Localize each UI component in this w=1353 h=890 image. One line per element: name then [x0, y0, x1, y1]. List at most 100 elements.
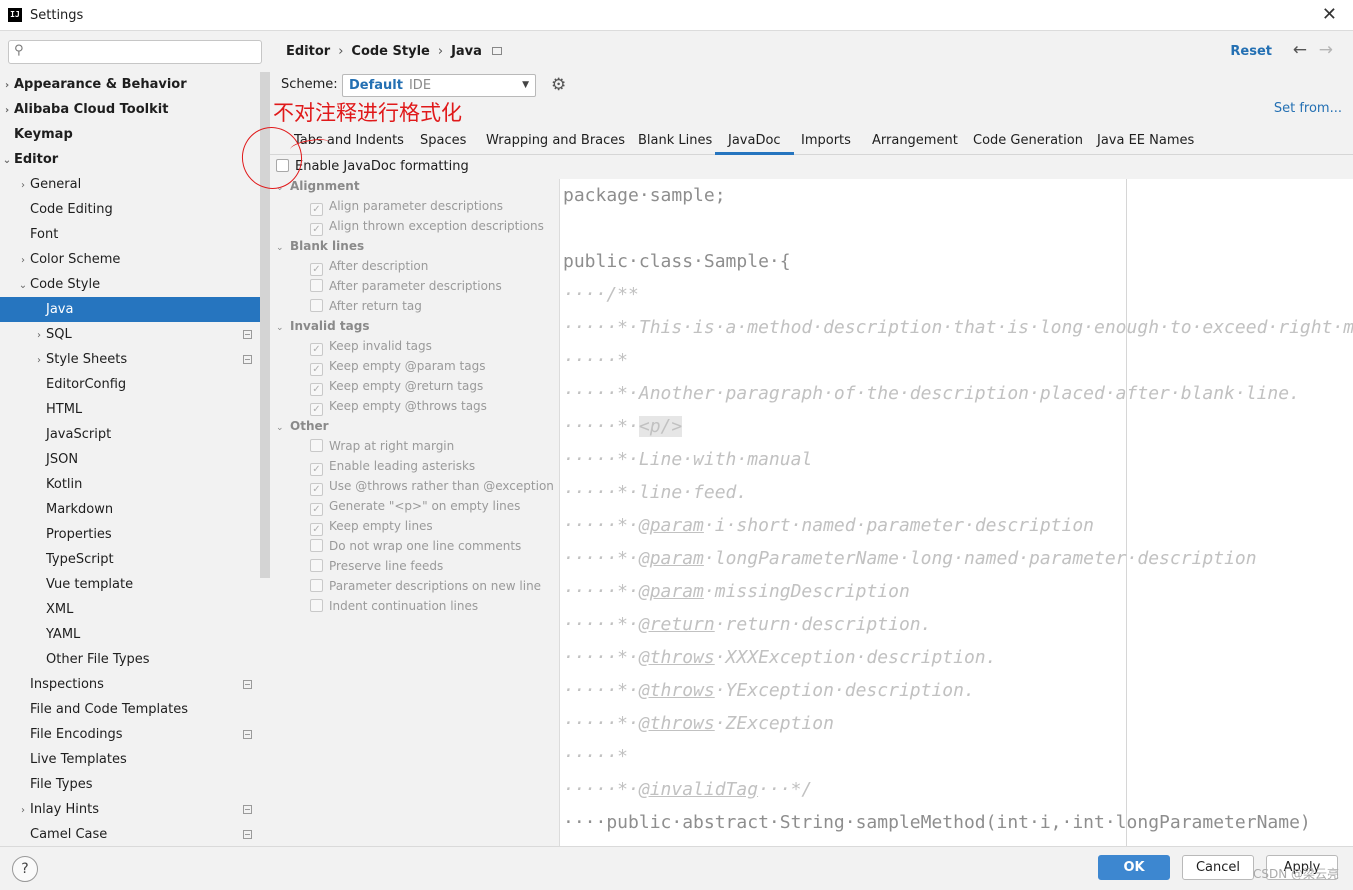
- checkbox-checked[interactable]: ✓: [310, 403, 323, 416]
- checkbox-unchecked[interactable]: [310, 539, 323, 552]
- javadoc-option[interactable]: ✓ Keep empty lines: [310, 519, 433, 536]
- javadoc-tag: @invalidTag: [638, 779, 759, 800]
- checkbox-checked[interactable]: ✓: [310, 343, 323, 356]
- code-line: ·····*·@throws·YException·description.: [563, 679, 975, 703]
- sidebar-item[interactable]: ⌄ Code Style: [0, 272, 270, 297]
- checkbox-unchecked[interactable]: [310, 579, 323, 592]
- sidebar-item[interactable]: Markdown: [0, 497, 270, 522]
- sidebar-item[interactable]: › Style Sheets: [0, 347, 270, 372]
- javadoc-option[interactable]: After return tag: [310, 299, 422, 313]
- tab-spaces[interactable]: Spaces: [420, 127, 466, 155]
- close-icon[interactable]: ✕: [1322, 4, 1337, 25]
- checkbox-unchecked[interactable]: [310, 599, 323, 612]
- checkbox-unchecked[interactable]: [310, 279, 323, 292]
- javadoc-option[interactable]: ✓ Generate "<p>" on empty lines: [310, 499, 520, 516]
- checkbox-checked[interactable]: ✓: [310, 383, 323, 396]
- enable-javadoc-checkbox-row[interactable]: Enable JavaDoc formatting: [276, 159, 469, 177]
- tab-code-generation[interactable]: Code Generation: [973, 127, 1083, 155]
- code-text: ·····*: [563, 746, 629, 767]
- sidebar-item[interactable]: › Color Scheme: [0, 247, 270, 272]
- sidebar-item[interactable]: JSON: [0, 447, 270, 472]
- ok-button[interactable]: OK: [1098, 855, 1170, 880]
- tab-javadoc[interactable]: JavaDoc: [715, 127, 794, 155]
- reset-link[interactable]: Reset: [1230, 44, 1272, 59]
- tab-blank-lines[interactable]: Blank Lines: [638, 127, 712, 155]
- sidebar-item[interactable]: File Types: [0, 772, 270, 797]
- sidebar-item[interactable]: File and Code Templates: [0, 697, 270, 722]
- checkbox-checked[interactable]: ✓: [310, 223, 323, 236]
- javadoc-option[interactable]: ✓ Enable leading asterisks: [310, 459, 475, 476]
- javadoc-option[interactable]: ✓ Align thrown exception descriptions: [310, 219, 544, 236]
- scheme-dropdown[interactable]: Default IDE ▼: [342, 74, 536, 97]
- checkbox-checked[interactable]: ✓: [310, 263, 323, 276]
- javadoc-option[interactable]: ✓ Keep empty @throws tags: [310, 399, 487, 416]
- tab-imports[interactable]: Imports: [801, 127, 851, 155]
- sidebar-item-label: Markdown: [46, 502, 114, 517]
- checkbox-unchecked[interactable]: [310, 439, 323, 452]
- sidebar-item[interactable]: Java: [0, 297, 270, 322]
- javadoc-option[interactable]: Parameter descriptions on new line: [310, 579, 541, 593]
- javadoc-option[interactable]: ✓ Use @throws rather than @exception: [310, 479, 554, 496]
- javadoc-tag: @throws: [638, 647, 715, 668]
- checkbox-unchecked[interactable]: [310, 559, 323, 572]
- search-input[interactable]: ⚲: [8, 40, 262, 64]
- forward-arrow-icon[interactable]: →: [1319, 40, 1333, 60]
- sidebar-item[interactable]: › General: [0, 172, 270, 197]
- sidebar-item[interactable]: YAML: [0, 622, 270, 647]
- sidebar-item[interactable]: ⌄ Editor: [0, 147, 270, 172]
- checkbox-checked[interactable]: ✓: [310, 483, 323, 496]
- sidebar-item[interactable]: XML: [0, 597, 270, 622]
- set-from-link[interactable]: Set from...: [1274, 101, 1342, 116]
- sidebar-item[interactable]: › Appearance & Behavior: [0, 72, 270, 97]
- sidebar-item[interactable]: File Encodings: [0, 722, 270, 747]
- sidebar-item-label: Other File Types: [46, 652, 150, 667]
- tab-arrangement[interactable]: Arrangement: [872, 127, 958, 155]
- sidebar-item[interactable]: Properties: [0, 522, 270, 547]
- checkbox-checked[interactable]: ✓: [310, 363, 323, 376]
- sidebar-item[interactable]: › Alibaba Cloud Toolkit: [0, 97, 270, 122]
- sidebar-item-label: JSON: [46, 452, 79, 467]
- javadoc-option-label: Keep invalid tags: [329, 339, 432, 353]
- javadoc-option[interactable]: Preserve line feeds: [310, 559, 443, 573]
- sidebar-item[interactable]: › Inlay Hints: [0, 797, 270, 822]
- javadoc-option[interactable]: ✓ Align parameter descriptions: [310, 199, 503, 216]
- javadoc-option[interactable]: ✓ Keep empty @return tags: [310, 379, 483, 396]
- gear-icon[interactable]: ⚙: [551, 75, 566, 95]
- sidebar-item[interactable]: Live Templates: [0, 747, 270, 772]
- javadoc-option[interactable]: Do not wrap one line comments: [310, 539, 521, 553]
- sidebar-item[interactable]: Camel Case: [0, 822, 270, 847]
- sidebar-item[interactable]: Font: [0, 222, 270, 247]
- checkbox-checked[interactable]: ✓: [310, 463, 323, 476]
- javadoc-option[interactable]: Wrap at right margin: [310, 439, 454, 453]
- javadoc-option[interactable]: ✓ Keep invalid tags: [310, 339, 432, 356]
- sidebar-item[interactable]: Keymap: [0, 122, 270, 147]
- sidebar-item[interactable]: TypeScript: [0, 547, 270, 572]
- code-line: ·····*·Another·paragraph·of·the·descript…: [563, 382, 1300, 406]
- checkbox-checked[interactable]: ✓: [310, 523, 323, 536]
- javadoc-option[interactable]: ✓ After description: [310, 259, 428, 276]
- sidebar-item[interactable]: Code Editing: [0, 197, 270, 222]
- sidebar-item[interactable]: Kotlin: [0, 472, 270, 497]
- sidebar-item[interactable]: Vue template: [0, 572, 270, 597]
- back-arrow-icon[interactable]: ←: [1293, 40, 1307, 60]
- tab-wrapping-and-braces[interactable]: Wrapping and Braces: [486, 127, 625, 155]
- javadoc-option[interactable]: ✓ Keep empty @param tags: [310, 359, 485, 376]
- help-button[interactable]: ?: [12, 856, 38, 882]
- sidebar-item[interactable]: JavaScript: [0, 422, 270, 447]
- option-group-header[interactable]: ⌄ Blank lines: [276, 239, 364, 253]
- tab-java-ee-names[interactable]: Java EE Names: [1097, 127, 1194, 155]
- option-group-header[interactable]: ⌄ Invalid tags: [276, 319, 370, 333]
- sidebar-item[interactable]: Inspections: [0, 672, 270, 697]
- checkbox-checked[interactable]: ✓: [310, 503, 323, 516]
- cancel-button[interactable]: Cancel: [1182, 855, 1254, 880]
- option-group-header[interactable]: ⌄ Other: [276, 419, 329, 433]
- sidebar-item[interactable]: HTML: [0, 397, 270, 422]
- checkbox-unchecked[interactable]: [310, 299, 323, 312]
- sidebar-item[interactable]: EditorConfig: [0, 372, 270, 397]
- sidebar-item[interactable]: Other File Types: [0, 647, 270, 672]
- sidebar-item[interactable]: › SQL: [0, 322, 270, 347]
- javadoc-option[interactable]: Indent continuation lines: [310, 599, 478, 613]
- javadoc-option-label: Indent continuation lines: [329, 599, 479, 613]
- javadoc-option[interactable]: After parameter descriptions: [310, 279, 502, 293]
- checkbox-checked[interactable]: ✓: [310, 203, 323, 216]
